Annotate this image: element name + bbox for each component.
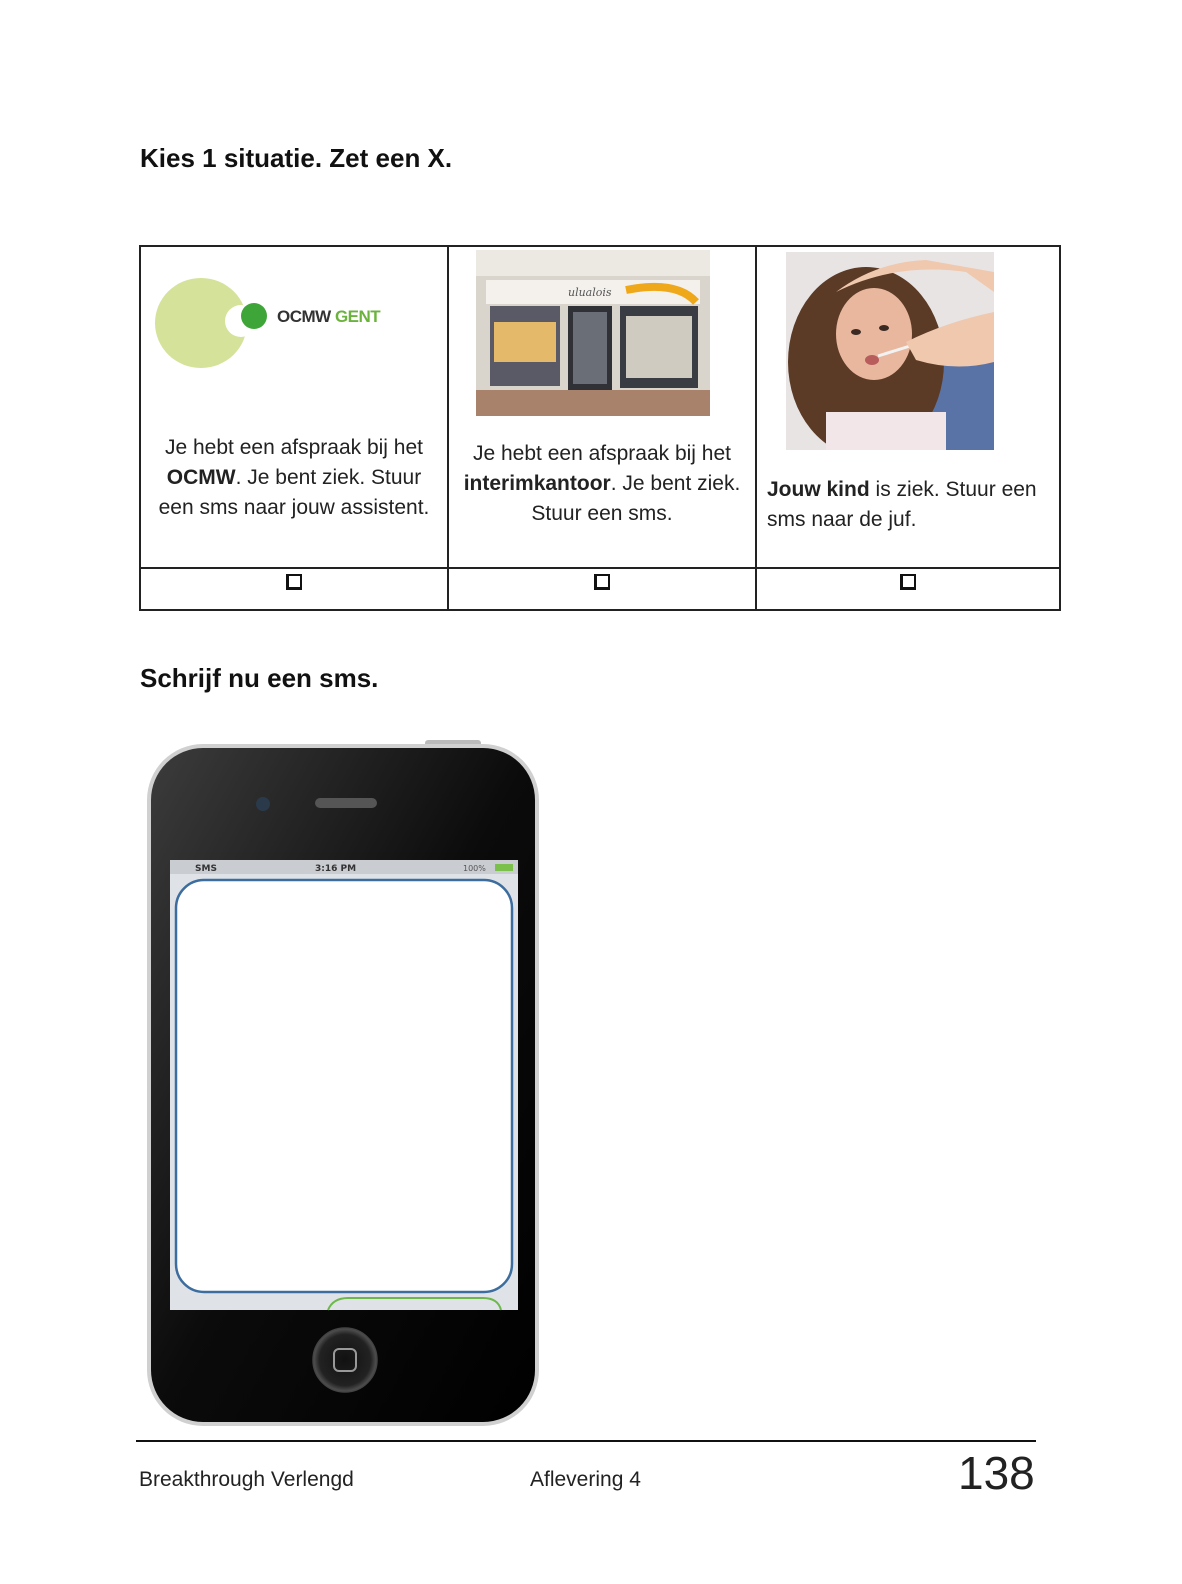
home-button-icon xyxy=(312,1327,378,1393)
situation-text-child: Jouw kind is ziek. Stuur een sms naar de… xyxy=(767,478,1037,531)
svg-text:ulualois: ulualois xyxy=(568,286,612,299)
phone-carrier: SMS xyxy=(195,864,217,874)
checkbox-cell-child[interactable] xyxy=(755,567,1061,611)
checkbox-cell-ocmw[interactable] xyxy=(139,567,449,611)
page-number: 138 xyxy=(958,1447,1035,1499)
footer-course: Breakthrough Verlengd xyxy=(139,1468,354,1491)
phone-battery: 100% xyxy=(463,864,486,873)
sms-message-box[interactable] xyxy=(174,878,514,1294)
write-instruction: Schrijf nu een sms. xyxy=(140,663,379,693)
checkbox-cell-interim[interactable] xyxy=(447,567,757,611)
ocmw-logo: OCMW GENT xyxy=(153,271,453,381)
situation-text-interim: Je hebt een afspraak bij het interimkant… xyxy=(463,442,741,525)
choose-instruction: Kies 1 situatie. Zet een X. xyxy=(140,143,453,173)
checkbox-interim[interactable] xyxy=(594,574,610,590)
footer-divider xyxy=(136,1440,1036,1442)
sick-child-photo xyxy=(786,252,994,450)
situation-cell-ocmw: OCMW GENT Je hebt een afspraak bij het O… xyxy=(139,245,449,569)
situation-table: OCMW GENT Je hebt een afspraak bij het O… xyxy=(139,245,1061,611)
phone-time: 3:16 PM xyxy=(315,864,356,874)
interim-office-photo: ulualois xyxy=(476,250,710,416)
checkbox-child[interactable] xyxy=(900,574,916,590)
situation-text-ocmw: Je hebt een afspraak bij het OCMW. Je be… xyxy=(158,436,430,519)
phone-illustration: SMS 3:16 PM 100% xyxy=(147,740,539,1426)
situation-cell-child: Jouw kind is ziek. Stuur een sms naar de… xyxy=(755,245,1061,569)
checkbox-ocmw[interactable] xyxy=(286,574,302,590)
situation-cell-interim: ulualois Je hebt een afspraak bij het in… xyxy=(447,245,757,569)
footer-episode: Aflevering 4 xyxy=(530,1468,641,1491)
